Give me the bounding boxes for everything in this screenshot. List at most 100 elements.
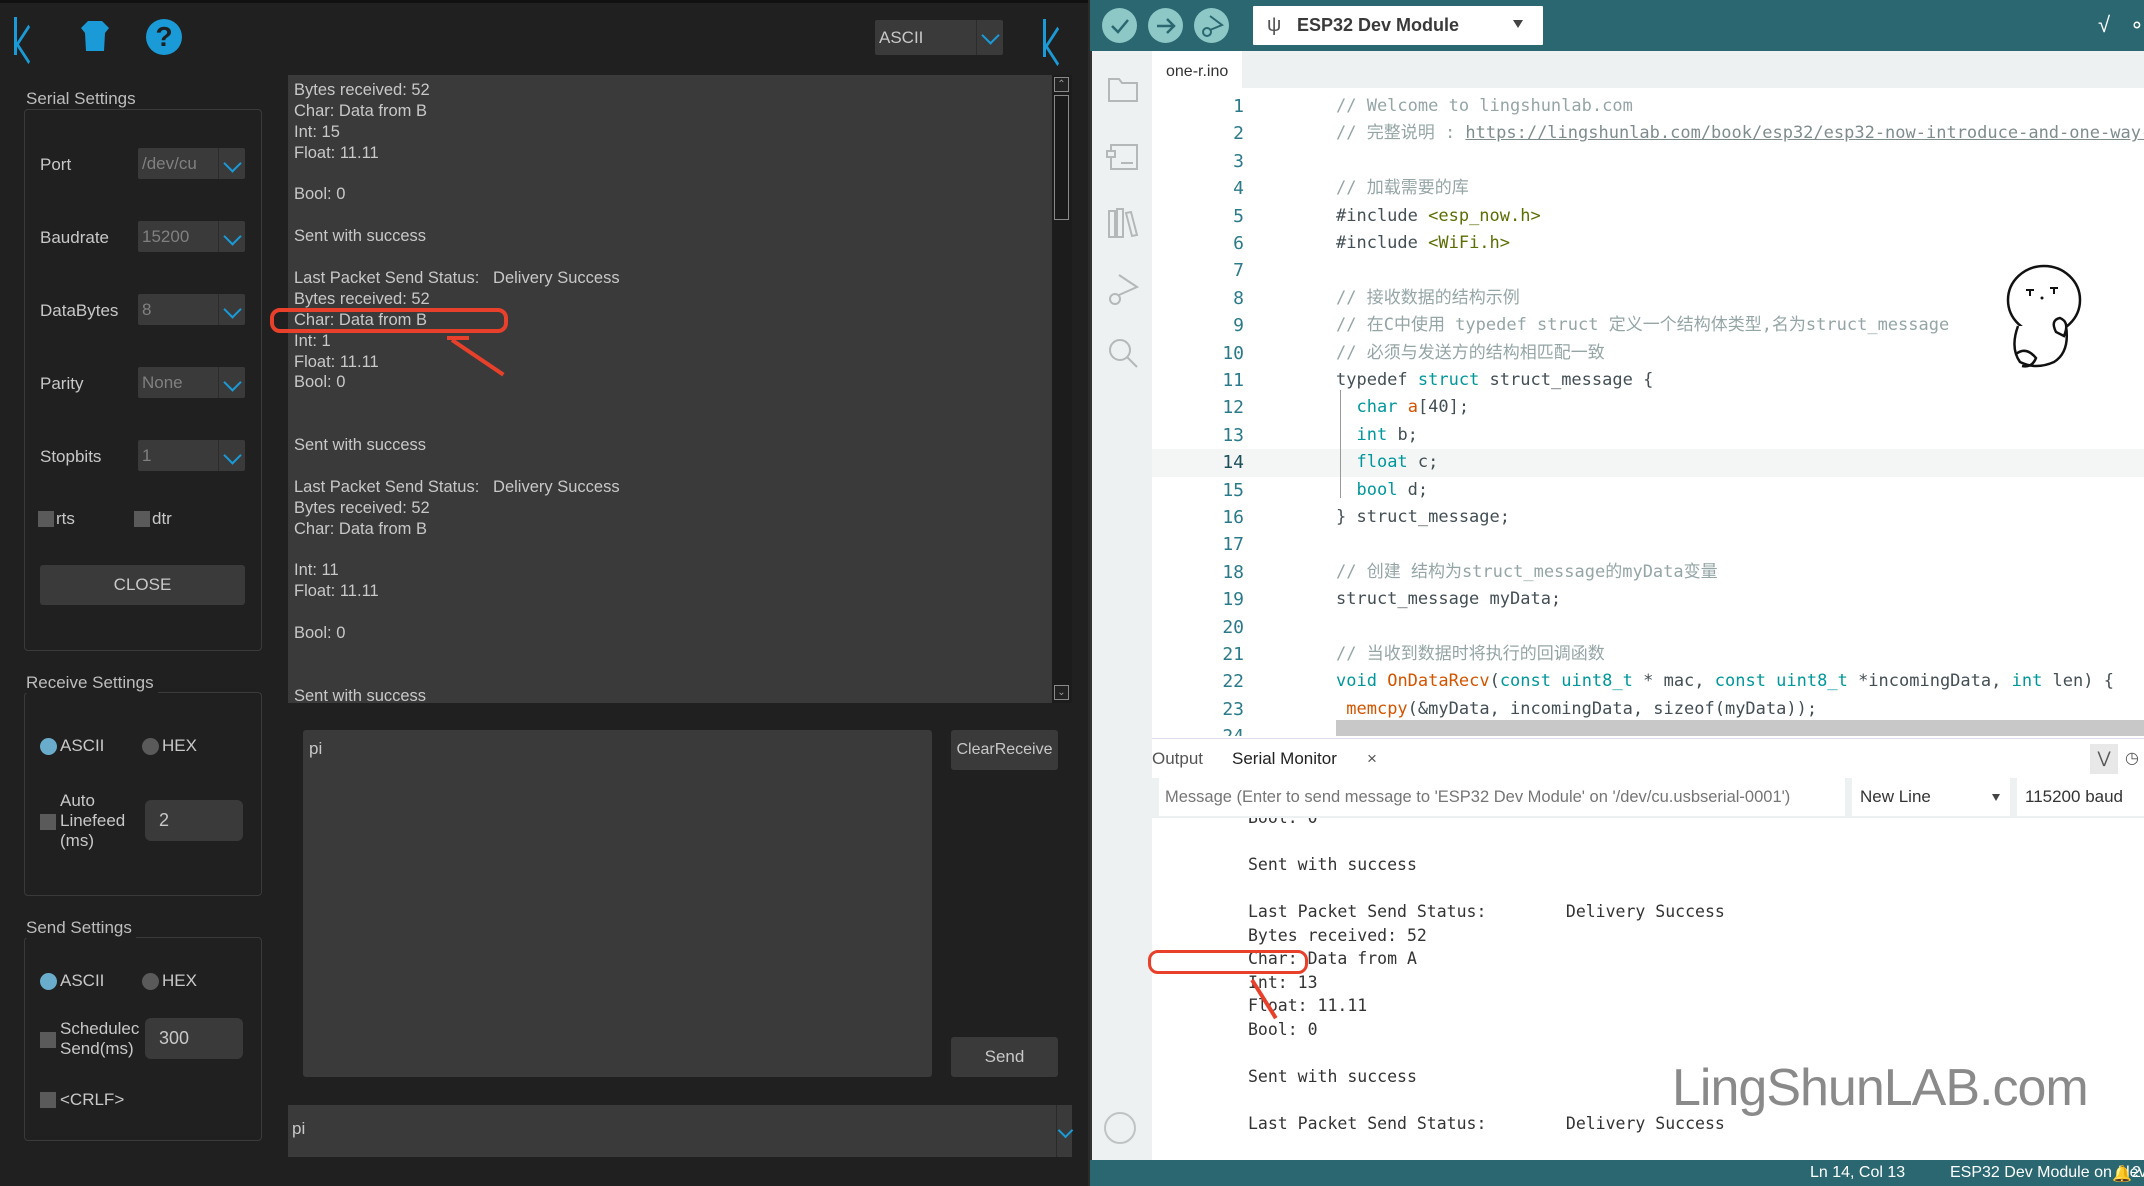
serial-setting-select-stopbits[interactable]: 1: [138, 440, 245, 471]
monitor-output-line: Last Packet Send Status: Delivery Succes…: [1248, 902, 1725, 921]
code-text: // Welcome to lingshunlab.com: [1336, 93, 1633, 120]
serial-message-input[interactable]: [1159, 778, 1845, 816]
cursor-position[interactable]: Ln 14, Col 13: [1810, 1164, 1905, 1182]
dtr-checkbox[interactable]: [134, 511, 150, 527]
code-line[interactable]: 16} struct_message;: [1152, 504, 2144, 531]
scheduled-send-input[interactable]: 300: [145, 1018, 243, 1059]
tab-output[interactable]: Output: [1152, 749, 1203, 769]
line-number: 4: [1233, 178, 1244, 200]
dtr-label: dtr: [152, 509, 172, 528]
send-ascii-radio[interactable]: [40, 973, 57, 990]
code-line[interactable]: 4 // 加载需要的库: [1152, 175, 2144, 202]
code-line[interactable]: 17: [1152, 531, 2144, 558]
verify-button[interactable]: [1102, 8, 1137, 43]
scheduled-send-checkbox[interactable]: [40, 1032, 56, 1048]
theme-shirt-icon[interactable]: [80, 20, 110, 52]
folder-icon[interactable]: [1105, 71, 1141, 107]
debug-button[interactable]: [1194, 8, 1229, 43]
code-line[interactable]: 14 float c;: [1152, 449, 2144, 477]
file-tab[interactable]: one-r.ino: [1152, 51, 1243, 88]
rts-checkbox[interactable]: [38, 511, 54, 527]
code-line[interactable]: 12 char a[40];: [1152, 394, 2144, 421]
chevron-down-icon: [218, 294, 245, 325]
serial-monitor-icon[interactable]: ∘: [2130, 12, 2144, 38]
toggle-timestamp-icon[interactable]: ◷: [2118, 744, 2144, 774]
clear-receive-button[interactable]: ClearReceive: [951, 730, 1058, 770]
tab-serial-monitor[interactable]: Serial Monitor: [1232, 749, 1337, 769]
encoding-select[interactable]: ASCII: [875, 20, 1003, 55]
mascot-sticker: [2006, 264, 2082, 368]
crlf-checkbox[interactable]: [40, 1092, 56, 1108]
receive-hex-radio[interactable]: [142, 738, 159, 755]
receive-line: Last Packet Send Status: Delivery Succes…: [294, 477, 620, 496]
line-number: 5: [1233, 205, 1244, 227]
code-token: d;: [1397, 479, 1429, 500]
collapse-left-icon[interactable]: [14, 17, 38, 55]
send-button[interactable]: Send: [951, 1037, 1058, 1077]
code-line[interactable]: 18 // 创建 结构为struct_message的myData变量: [1152, 559, 2144, 586]
code-line[interactable]: 15 bool d;: [1152, 477, 2144, 504]
serial-setting-select-parity[interactable]: None: [138, 367, 245, 398]
code-line[interactable]: 5 #include <esp_now.h>: [1152, 203, 2144, 230]
close-icon[interactable]: ×: [1367, 749, 1377, 769]
serial-setting-label: DataBytes: [40, 301, 119, 320]
notification-bell-icon[interactable]: 🔔: [2112, 1164, 2132, 1184]
line-number: 6: [1233, 233, 1244, 254]
account-icon[interactable]: [1104, 1112, 1136, 1144]
scroll-down-icon[interactable]: ⌄: [1054, 685, 1069, 700]
collapse-right-icon[interactable]: [1043, 19, 1067, 57]
send-hex-label: HEX: [162, 971, 197, 990]
auto-linefeed-checkbox[interactable]: [40, 814, 56, 830]
code-line[interactable]: 13 int b;: [1152, 422, 2144, 449]
code-line[interactable]: 3: [1152, 148, 2144, 175]
code-editor[interactable]: 1 // Welcome to lingshunlab.com 2 // 完整说明 :…: [1152, 88, 2144, 736]
receive-text-area[interactable]: Bytes received: 52 Char: Data from B Int: …: [288, 75, 1052, 703]
code-line[interactable]: 20: [1152, 614, 2144, 641]
arduino-ide-window: ψ ESP32 Dev Module √ ∘ one-r.ino 1 // Wel…: [1088, 0, 2144, 1186]
send-history-combo[interactable]: pi: [288, 1105, 1072, 1157]
code-line[interactable]: 21 // 当收到数据时将执行的回调函数: [1152, 641, 2144, 668]
help-icon[interactable]: ?: [146, 19, 182, 55]
receive-line: Sent with success: [294, 686, 427, 703]
debug-icon[interactable]: [1105, 271, 1141, 307]
serial-setting-select-baudrate[interactable]: 15200: [138, 221, 245, 252]
code-token[interactable]: https://lingshunlab.com/book/esp32/esp32…: [1465, 123, 2144, 143]
serial-setting-select-databytes[interactable]: 8: [138, 294, 245, 325]
send-text-area[interactable]: pi: [303, 730, 932, 1077]
scroll-up-icon[interactable]: ⌃: [1054, 77, 1069, 92]
code-line[interactable]: 19 struct_message myData;: [1152, 586, 2144, 613]
code-line[interactable]: 1 // Welcome to lingshunlab.com: [1152, 93, 2144, 120]
line-number: 2: [1233, 123, 1244, 145]
serial-setting-select-port[interactable]: /dev/cu: [138, 148, 245, 179]
board-selector[interactable]: ψ ESP32 Dev Module: [1253, 6, 1543, 45]
monitor-output-line: Bool: 0: [1248, 818, 1318, 830]
receive-line: [288, 205, 1052, 226]
search-icon[interactable]: [1105, 335, 1141, 371]
editor-tab-bar: one-r.ino: [1152, 51, 2144, 88]
auto-linefeed-input[interactable]: 2: [145, 800, 243, 841]
monitor-output-line: Bool: 0: [1248, 1019, 1318, 1039]
editor-horizontal-scrollbar[interactable]: [1336, 720, 2144, 736]
receive-scrollbar[interactable]: ⌃ ⌄: [1052, 75, 1072, 703]
close-port-button[interactable]: CLOSE: [40, 565, 245, 605]
code-token: * mac,: [1632, 671, 1715, 692]
baud-rate-select[interactable]: 115200 baud: [2017, 778, 2144, 816]
chevron-down-icon: [218, 221, 245, 252]
send-settings-title: Send Settings: [26, 918, 136, 938]
toggle-autoscroll-icon[interactable]: ⋁: [2090, 744, 2118, 774]
code-line[interactable]: 22 void OnDataRecv(const uint8_t * mac, c…: [1152, 668, 2144, 695]
code-token: struct_message myData;: [1336, 589, 1562, 610]
serial-setting-value: 15200: [142, 226, 190, 246]
serial-plotter-icon[interactable]: √: [2098, 12, 2110, 38]
board-manager-icon[interactable]: [1105, 139, 1141, 175]
receive-ascii-radio[interactable]: [40, 738, 57, 755]
receive-settings-title: Receive Settings: [26, 673, 158, 693]
library-manager-icon[interactable]: [1105, 205, 1141, 241]
send-hex-radio[interactable]: [142, 973, 159, 990]
code-line[interactable]: 2 // 完整说明 : https://lingshunlab.com/book/…: [1152, 120, 2144, 147]
code-token: *incomingData,: [1847, 671, 2012, 692]
line-ending-select[interactable]: New Line: [1852, 778, 2010, 816]
scroll-thumb[interactable]: [1054, 95, 1069, 220]
upload-button[interactable]: [1148, 8, 1183, 43]
code-line[interactable]: 6 #include <WiFi.h>: [1152, 230, 2144, 257]
